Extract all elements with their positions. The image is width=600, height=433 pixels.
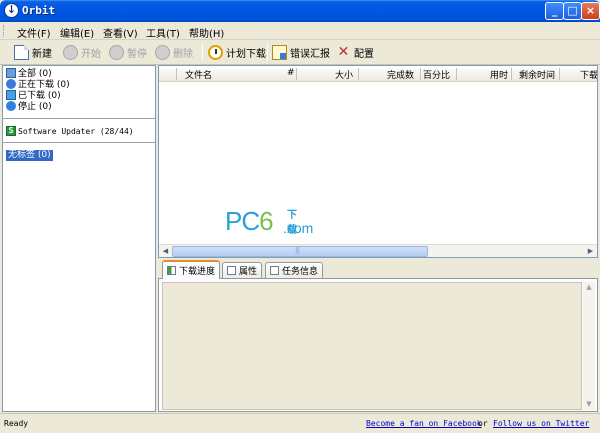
detail-tabs: 下载进度 属性 任务信息 <box>158 260 598 279</box>
watermark-pc: PC <box>225 206 260 236</box>
all-icon <box>6 67 16 78</box>
column-speed[interactable]: 下载 <box>580 68 597 81</box>
window-title: Orbit <box>22 4 56 17</box>
panel-divider <box>3 118 155 119</box>
column-divider <box>511 68 512 80</box>
download-list[interactable]: 文件名 # 大小 完成数 百分比 用时 剩余时间 下载 PC6 下载 .com … <box>158 65 598 258</box>
delete-button[interactable]: 删除 <box>155 43 193 62</box>
watermark-six: 6 <box>259 206 274 236</box>
report-label: 错误汇报 <box>290 49 330 60</box>
start-button[interactable]: 开始 <box>63 43 101 62</box>
clock-icon <box>208 45 223 60</box>
status-text: Ready <box>4 419 29 428</box>
downloaded-icon <box>6 89 16 100</box>
schedule-label: 计划下载 <box>226 49 266 60</box>
scroll-thumb[interactable] <box>172 246 428 257</box>
menu-file[interactable]: 文件(F) <box>17 25 51 40</box>
downloading-icon <box>6 78 16 89</box>
column-number[interactable]: # <box>287 68 295 78</box>
title-bar: ↓ Orbit _ □ × <box>0 0 600 22</box>
column-remaining[interactable]: 剩余时间 <box>519 68 555 81</box>
tab-label: 下载进度 <box>179 267 216 277</box>
pause-button[interactable]: 暂停 <box>109 43 147 62</box>
software-updater-item[interactable]: S Software Updater (28/44) <box>6 126 134 136</box>
task-info-icon <box>270 266 279 275</box>
play-icon <box>63 45 78 60</box>
pause-label: 暂停 <box>127 49 147 60</box>
facebook-link[interactable]: Become a fan on Facebook <box>366 419 482 428</box>
stopped-icon <box>6 100 16 111</box>
column-divider <box>420 68 421 80</box>
pause-icon <box>109 45 124 60</box>
delete-label: 删除 <box>173 49 193 60</box>
tag-untagged[interactable]: 无标签 (0) <box>6 150 53 161</box>
column-size[interactable]: 大小 <box>335 68 353 81</box>
menu-help[interactable]: 帮助(H) <box>189 25 224 40</box>
schedule-button[interactable]: 计划下载 <box>208 43 266 62</box>
scroll-right-icon[interactable]: ▶ <box>585 246 596 257</box>
status-or: or <box>478 419 488 428</box>
toolbar: 新建 开始 暂停 删除 计划下载 错误汇报 ✕ 配置 <box>0 40 600 65</box>
column-completed[interactable]: 完成数 <box>387 68 414 81</box>
scroll-down-icon[interactable]: ▼ <box>583 399 595 410</box>
updater-icon: S <box>6 126 16 136</box>
category-label: 停止 (0) <box>18 102 52 112</box>
delete-icon <box>155 45 170 60</box>
start-label: 开始 <box>81 49 101 60</box>
category-panel: 全部 (0) 正在下载 (0) 已下载 (0) 停止 (0) S Softwar… <box>2 65 156 412</box>
config-label: 配置 <box>354 49 374 60</box>
column-elapsed[interactable]: 用时 <box>490 68 508 81</box>
close-button[interactable]: × <box>581 2 600 20</box>
scroll-left-icon[interactable]: ◀ <box>160 246 171 257</box>
column-filename[interactable]: 文件名 <box>185 68 212 81</box>
minimize-button[interactable]: _ <box>545 2 564 20</box>
tab-label: 属性 <box>239 267 258 277</box>
report-icon <box>272 45 287 60</box>
new-label: 新建 <box>32 49 52 60</box>
tab-label: 任务信息 <box>282 267 319 277</box>
tab-task-info[interactable]: 任务信息 <box>265 262 324 278</box>
menu-grip <box>3 25 6 37</box>
watermark-logo: PC6 <box>225 206 274 237</box>
panel-divider <box>3 142 155 143</box>
properties-icon <box>227 266 236 275</box>
menu-bar: 文件(F) 编辑(E) 查看(V) 工具(T) 帮助(H) <box>0 22 600 40</box>
column-divider <box>358 68 359 80</box>
vertical-scrollbar[interactable]: ▲ ▼ <box>583 282 595 410</box>
config-button[interactable]: ✕ 配置 <box>336 43 374 62</box>
tab-progress[interactable]: 下载进度 <box>162 260 221 279</box>
report-button[interactable]: 错误汇报 <box>272 43 330 62</box>
column-percent[interactable]: 百分比 <box>423 68 450 81</box>
down-arrow-icon: ↓ <box>4 3 19 18</box>
status-bar: Ready Become a fan on Facebook or Follow… <box>0 413 600 433</box>
tab-properties[interactable]: 属性 <box>222 262 263 278</box>
tools-icon: ✕ <box>337 44 350 60</box>
progress-area <box>162 282 582 410</box>
scroll-up-icon[interactable]: ▲ <box>583 282 595 293</box>
toolbar-separator <box>202 44 203 61</box>
new-file-icon <box>14 45 29 60</box>
list-header: 文件名 # 大小 完成数 百分比 用时 剩余时间 下载 <box>159 66 597 82</box>
updater-label: Software Updater (28/44) <box>18 126 134 136</box>
column-divider <box>559 68 560 80</box>
progress-icon <box>167 266 176 275</box>
maximize-button[interactable]: □ <box>563 2 582 20</box>
menu-view[interactable]: 查看(V) <box>103 25 138 40</box>
horizontal-scrollbar[interactable]: ◀ ▶ <box>159 244 597 257</box>
column-divider <box>176 68 177 80</box>
menu-tools[interactable]: 工具(T) <box>146 25 180 40</box>
category-stopped[interactable]: 停止 (0) <box>6 100 52 112</box>
column-divider <box>456 68 457 80</box>
detail-pane: ▲ ▼ <box>158 278 598 412</box>
menu-edit[interactable]: 编辑(E) <box>60 25 94 40</box>
watermark-domain: .com <box>283 220 314 236</box>
toolbar-separator <box>267 44 268 61</box>
column-divider <box>296 68 297 80</box>
twitter-link[interactable]: Follow us on Twitter <box>493 419 589 428</box>
new-button[interactable]: 新建 <box>14 43 52 62</box>
